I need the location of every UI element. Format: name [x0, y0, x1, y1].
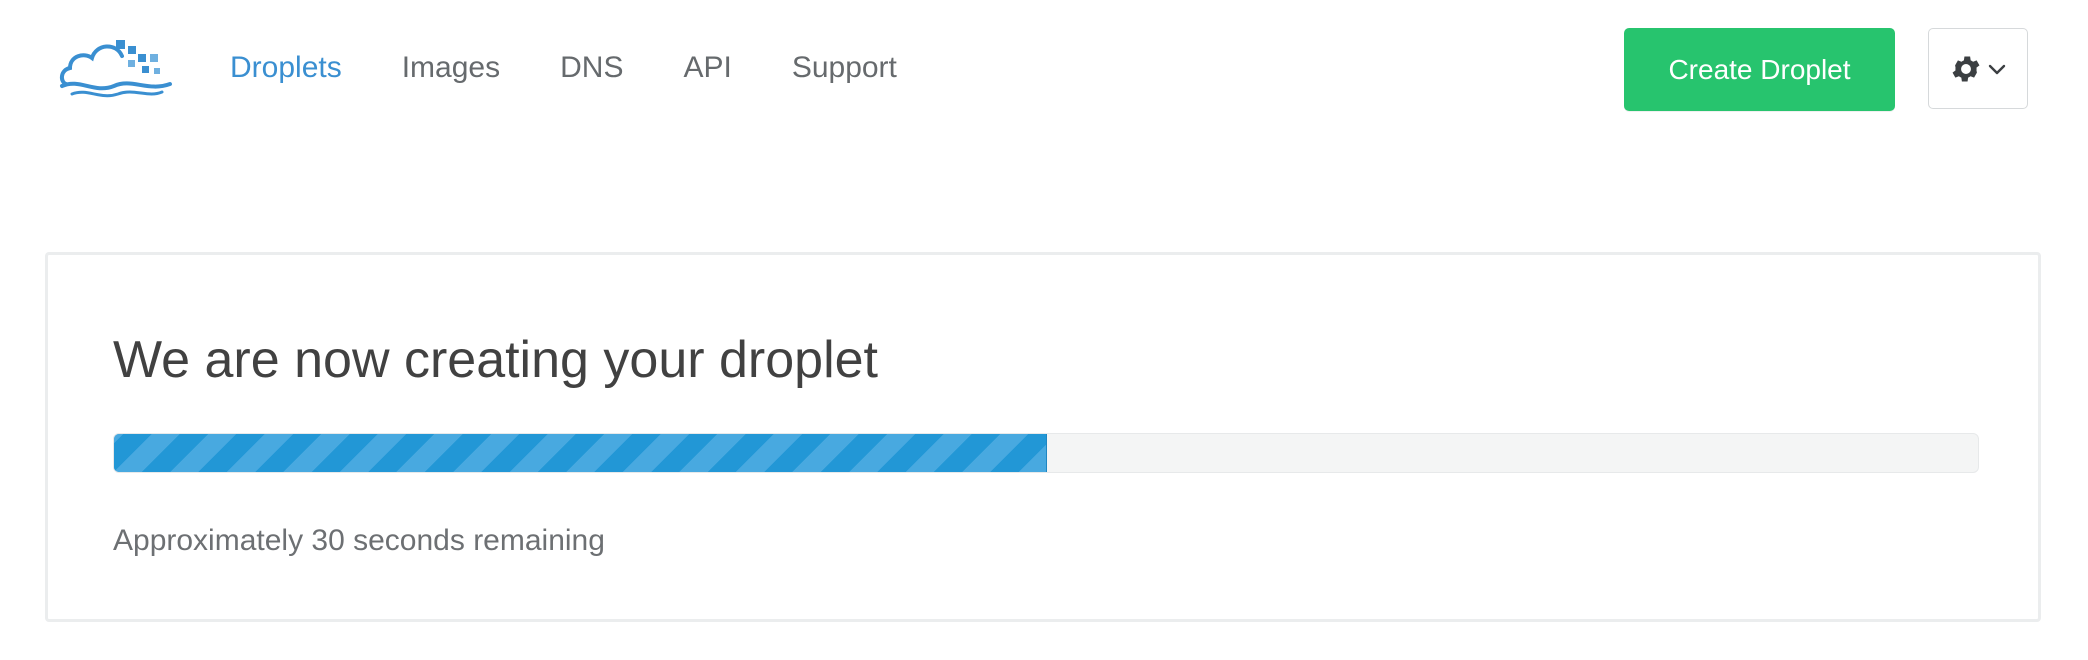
nav-item-dns[interactable]: DNS: [560, 44, 623, 92]
top-navigation-bar: Droplets Images DNS API Support Create D…: [0, 0, 2088, 140]
nav-item-droplets[interactable]: Droplets: [230, 44, 342, 92]
settings-menu-button[interactable]: [1928, 28, 2028, 109]
time-remaining-text: Approximately 30 seconds remaining: [113, 524, 605, 557]
gear-icon: [1949, 52, 1983, 86]
cloud-logo-icon[interactable]: [58, 34, 176, 100]
nav-item-images[interactable]: Images: [402, 44, 500, 92]
nav-item-api[interactable]: API: [683, 44, 731, 92]
create-droplet-button[interactable]: Create Droplet: [1624, 28, 1895, 111]
nav-item-support[interactable]: Support: [792, 44, 897, 92]
creation-progress-bar: [113, 433, 1979, 473]
page-title: We are now creating your droplet: [113, 331, 878, 389]
droplet-creation-card: We are now creating your droplet Approxi…: [45, 252, 2041, 622]
main-nav: Droplets Images DNS API Support: [230, 44, 957, 92]
creation-progress-fill: [114, 434, 1047, 472]
chevron-down-icon: [1987, 62, 2007, 76]
